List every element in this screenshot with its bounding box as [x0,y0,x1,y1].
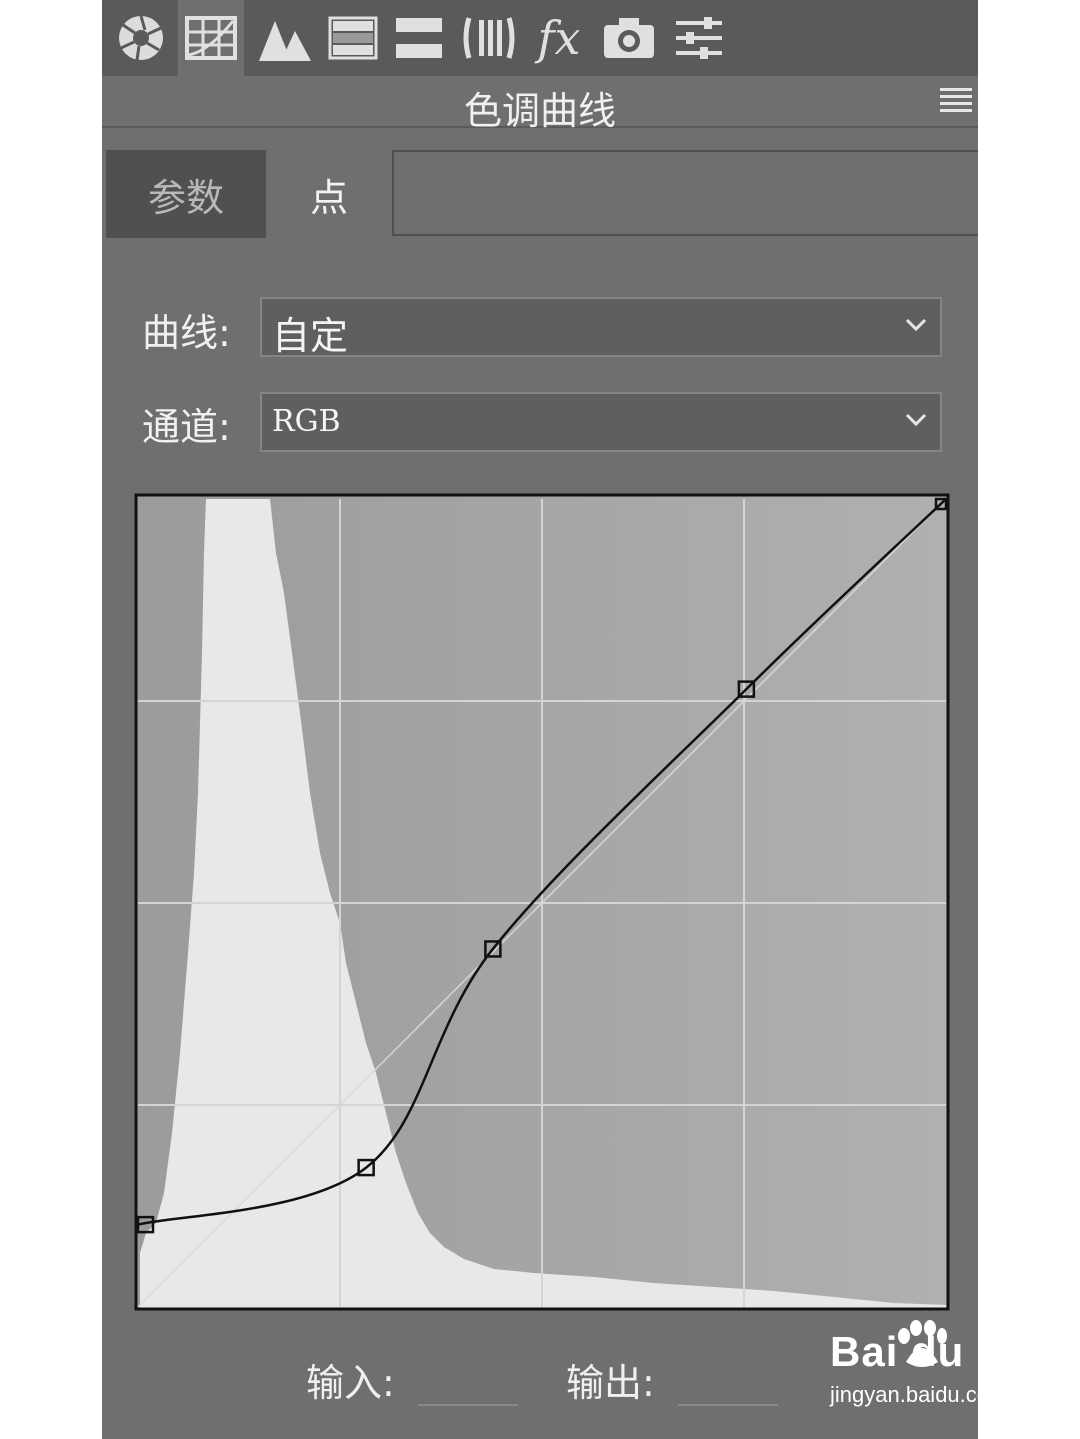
channel-value: RGB [272,404,341,439]
watermark-url: jingyan.baidu.com [830,1382,1008,1407]
panel-title: 色调曲线 [463,89,616,133]
fx-icon-label: fx [537,11,581,65]
curve-preset-select[interactable]: 自定 [260,297,942,358]
output-value-field[interactable] [678,1404,778,1406]
curve-preset-value: 自定 [272,314,349,358]
tab-point[interactable]: 点 [268,150,390,238]
tone-curve-panel: fx 色调曲线 参数 点 曲线: 自定 通道: RGB 输入: 输出: [102,0,978,1439]
input-value-field[interactable] [418,1404,518,1406]
watermark-suffix: 经验 [1002,1350,1062,1385]
chevron-down-icon [905,413,927,427]
hamburger-menu-icon[interactable] [940,86,972,112]
paw-icon [898,1320,947,1367]
grid-curve-icon[interactable] [178,0,244,76]
toolbar: fx [102,0,978,76]
output-label: 输出: [566,1361,655,1405]
tab-parametric[interactable]: 参数 [106,150,266,238]
lens-icon[interactable] [456,0,522,76]
curve-label: 曲线: [142,311,231,355]
curve-graph-canvas[interactable] [134,493,950,1311]
sliders-icon[interactable] [666,0,732,76]
split-tone-icon[interactable] [320,0,386,76]
baidu-watermark: Bai du 经验 jingyan.baidu.com [830,1320,1070,1420]
channel-label: 通道: [142,405,231,449]
channel-select[interactable]: RGB [260,392,942,452]
mountains-icon[interactable] [252,0,318,76]
chevron-down-icon [905,318,927,332]
input-label: 输入: [306,1361,395,1405]
aperture-icon[interactable] [108,0,174,76]
camera-icon[interactable] [596,0,662,76]
hsl-bars-icon[interactable] [386,0,452,76]
curve-graph[interactable] [134,493,950,1311]
fx-icon[interactable]: fx [526,0,592,76]
tab-bar-filler [392,150,978,236]
tab-bar: 参数 点 [102,150,978,240]
panel-header: 色调曲线 [102,76,978,133]
